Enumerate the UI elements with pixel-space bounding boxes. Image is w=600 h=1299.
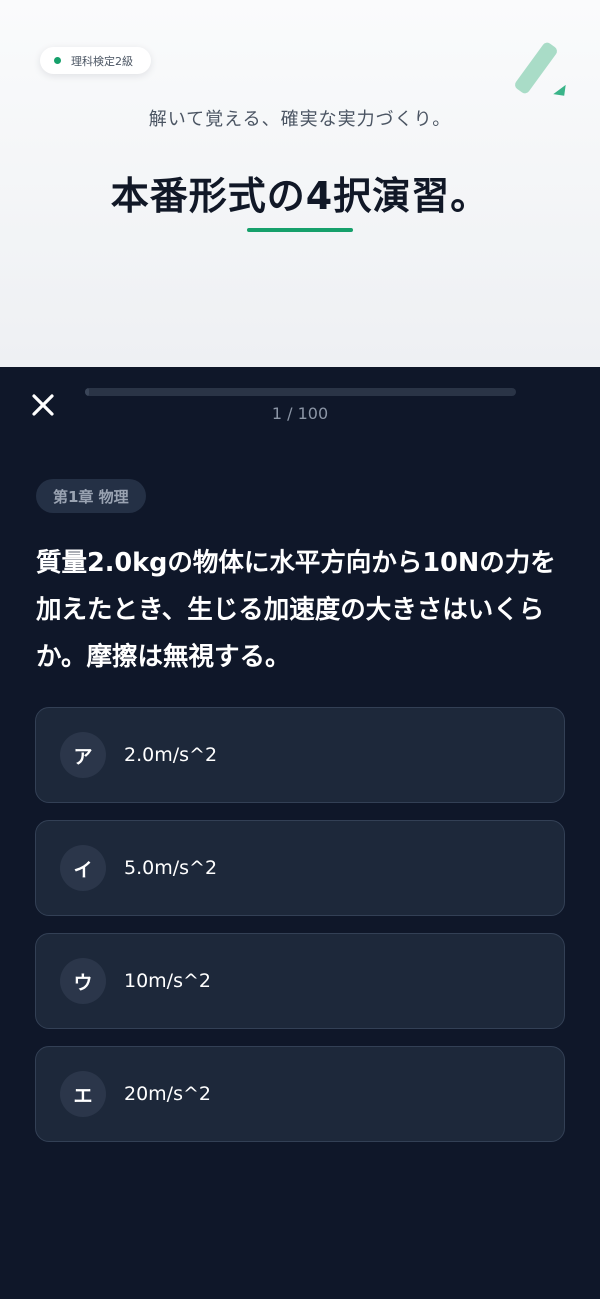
decorative-bar — [513, 40, 559, 96]
progress-fill — [85, 388, 90, 396]
option-text: 10m/s^2 — [124, 970, 211, 992]
option-text: 5.0m/s^2 — [124, 857, 218, 879]
answer-options: ア 2.0m/s^2 イ 5.0m/s^2 ウ 10m/s^2 エ 20m/s^… — [35, 707, 565, 1159]
option-label: ア — [60, 732, 106, 778]
answer-option-u[interactable]: ウ 10m/s^2 — [35, 933, 565, 1029]
option-label: イ — [60, 845, 106, 891]
chapter-tag: 第1章 物理 — [36, 479, 146, 513]
exam-badge: 理科検定2級 — [40, 47, 151, 74]
answer-option-a[interactable]: ア 2.0m/s^2 — [35, 707, 565, 803]
progress-counter: 1 / 100 — [271, 404, 329, 423]
headline-underline — [247, 228, 353, 232]
promo-header: 理科検定2級 解いて覚える、確実な実力づくり。 本番形式の4択演習。 — [0, 0, 600, 367]
option-label: ウ — [60, 958, 106, 1004]
answer-option-i[interactable]: イ 5.0m/s^2 — [35, 820, 565, 916]
option-label: エ — [60, 1071, 106, 1117]
decorative-triangle — [553, 83, 566, 96]
promo-headline: 本番形式の4択演習。 — [110, 174, 490, 218]
answer-option-e[interactable]: エ 20m/s^2 — [35, 1046, 565, 1142]
promo-subtitle: 解いて覚える、確実な実力づくり。 — [148, 109, 452, 130]
progress-bar — [85, 388, 516, 396]
status-dot — [54, 57, 61, 64]
exam-badge-label: 理科検定2級 — [71, 54, 133, 68]
question-text: 質量2.0kgの物体に水平方向から10Nの力を加えたとき、生じる加速度の大きさは… — [36, 548, 556, 672]
quiz-screen: 1 / 100 第1章 物理 質量2.0kgの物体に水平方向から10Nの力を加え… — [0, 367, 600, 1299]
option-text: 2.0m/s^2 — [124, 744, 218, 766]
option-text: 20m/s^2 — [124, 1083, 211, 1105]
